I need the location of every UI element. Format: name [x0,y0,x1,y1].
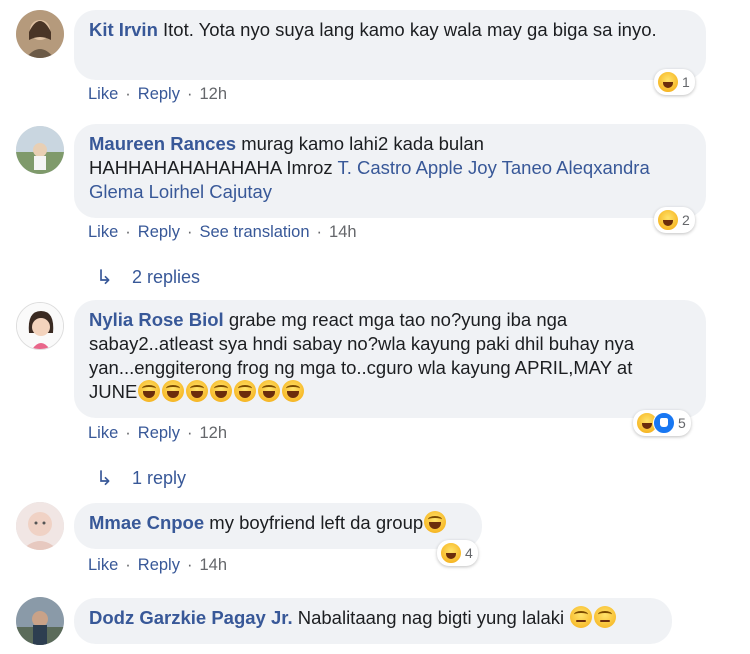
laughing-emoji-icon [424,511,447,533]
comment-bubble: Maureen Rances murag kamo lahi2 kada bul… [74,124,706,218]
reaction-count: 4 [465,545,473,561]
comment-bubble: Mmae Cnpoe my boyfriend left da group [74,503,482,549]
laughing-emoji-icon [186,380,209,402]
view-replies[interactable]: ↳ 2 replies [96,265,200,290]
like-link[interactable]: Like [88,424,118,443]
separator: · [186,223,193,241]
separator: · [186,85,193,103]
view-replies[interactable]: ↳ 1 reply [96,466,186,491]
comment-text: Nabalitaang nag bigti yung lalaki [297,607,565,628]
reaction-count: 1 [682,74,690,90]
commenter-name[interactable]: Dodz Garzkie Pagay Jr. [89,607,293,628]
comment-text: grabe mg react mga tao no?yung iba nga [228,309,568,330]
comment-actions: Like · Reply · 12h [88,424,227,443]
laughing-emoji-icon [440,542,462,564]
reaction-count: 5 [678,415,686,431]
comment-text: HAHHAHAHAHAHAHA Imroz [89,157,333,178]
commenter-name[interactable]: Kit Irvin [89,19,158,40]
separator: · [125,556,131,574]
laughing-emoji-icon [258,380,281,402]
like-reaction-icon [653,412,675,434]
comment-bubble: Kit Irvin Itot. Yota nyo suya lang kamo … [74,10,706,80]
see-translation-link[interactable]: See translation [199,223,309,242]
avatar[interactable] [16,126,64,174]
commenter-name[interactable]: Nylia Rose Biol [89,309,224,330]
comment-actions: Like · Reply · 12h [88,85,227,104]
reaction-summary[interactable]: 4 [437,540,478,566]
avatar[interactable] [16,597,64,645]
laughing-emoji-icon [657,71,679,93]
reaction-summary[interactable]: 1 [654,69,695,95]
reply-link[interactable]: Reply [138,85,180,104]
commenter-name[interactable]: Mmae Cnpoe [89,512,204,533]
reaction-summary[interactable]: 5 [633,410,691,436]
reply-arrow-icon: ↳ [96,267,113,289]
reply-link[interactable]: Reply [138,223,180,242]
sad-emoji-icon [594,606,617,628]
reply-link[interactable]: Reply [138,556,180,575]
comment-text: yan...enggiterong frog ng mga to..cguro … [89,357,633,378]
commenter-name[interactable]: Maureen Rances [89,133,236,154]
replies-label[interactable]: 2 replies [132,267,200,288]
separator: · [125,223,131,241]
laughing-emoji-icon [657,209,679,231]
reaction-count: 2 [682,212,690,228]
separator: · [316,223,323,241]
laughing-emoji-icon [138,380,161,402]
like-link[interactable]: Like [88,223,118,242]
comment-text: JUNE [89,381,138,402]
reply-arrow-icon: ↳ [96,468,113,490]
timestamp[interactable]: 12h [199,424,227,443]
timestamp[interactable]: 14h [199,556,227,575]
laughing-emoji-icon [282,380,305,402]
laughing-emoji-icon [234,380,257,402]
like-link[interactable]: Like [88,85,118,104]
comment-text: my boyfriend left da group [209,512,424,533]
avatar[interactable] [16,502,64,550]
reply-link[interactable]: Reply [138,424,180,443]
comment-bubble: Dodz Garzkie Pagay Jr. Nabalitaang nag b… [74,598,672,644]
avatar[interactable] [16,302,64,350]
laughing-emoji-icon [162,380,185,402]
replies-label[interactable]: 1 reply [132,468,186,489]
separator: · [186,424,193,442]
comment-text: murag kamo lahi2 kada bulan [241,133,484,154]
avatar[interactable] [16,10,64,58]
comment-text: sabay2..atleast sya hndi sabay no?wla ka… [89,333,635,354]
comment-text: Itot. Yota nyo suya lang kamo kay wala m… [163,19,657,40]
comment-bubble: Nylia Rose Biol grabe mg react mga tao n… [74,300,706,418]
comment-actions: Like · Reply · 14h [88,556,227,575]
laughing-emoji-icon [210,380,233,402]
timestamp[interactable]: 12h [199,85,227,104]
separator: · [186,556,193,574]
separator: · [125,85,131,103]
timestamp[interactable]: 14h [329,223,357,242]
like-link[interactable]: Like [88,556,118,575]
comment-actions: Like · Reply · See translation · 14h [88,223,357,242]
reaction-summary[interactable]: 2 [654,207,695,233]
separator: · [125,424,131,442]
sad-emoji-icon [570,606,593,628]
